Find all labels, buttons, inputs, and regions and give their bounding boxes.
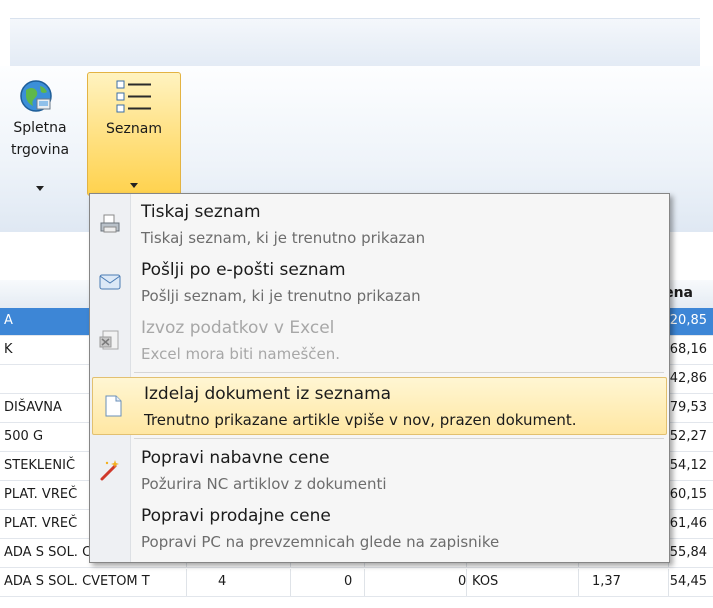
column-divider xyxy=(290,569,291,596)
menu-item-title: Popravi nabavne cene xyxy=(141,448,330,468)
column-divider xyxy=(578,569,579,596)
menu-item-fix-purchase-prices[interactable]: Popravi nabavne cene Požurira NC artiklo… xyxy=(90,442,669,498)
menu-item-email-list[interactable]: Pošlji po e-pošti seznam Pošlji seznam, … xyxy=(90,254,669,310)
web-shop-label-line2: trgovina xyxy=(10,142,70,158)
table-row[interactable]: ADA S SOL. CVETOM T 4 0 0 KOS 1,37 54,45 xyxy=(0,569,713,597)
table-cell-price: 61,46 xyxy=(669,516,707,531)
menu-item-title: Popravi prodajne cene xyxy=(141,506,331,526)
table-cell-price: 60,15 xyxy=(669,487,707,502)
menu-item-title: Izvoz podatkov v Excel xyxy=(141,318,335,338)
table-cell-q1: 4 xyxy=(218,574,227,589)
table-cell-name: DIŠAVNA xyxy=(4,400,62,415)
table-cell-name: PLAT. VREČ xyxy=(4,487,78,502)
column-divider xyxy=(186,569,187,596)
table-cell-p1: 1,37 xyxy=(592,574,621,589)
table-cell-price: 54,45 xyxy=(669,574,707,589)
envelope-icon xyxy=(99,274,121,290)
table-cell-price: 55,84 xyxy=(669,545,707,560)
menu-item-description: Excel mora biti nameščen. xyxy=(141,345,341,363)
table-cell-name: 500 G xyxy=(4,429,44,444)
document-icon xyxy=(105,395,122,417)
title-strip xyxy=(10,18,700,67)
table-cell-price: 79,53 xyxy=(669,400,707,415)
menu-separator xyxy=(134,372,664,373)
menu-item-title: Pošlji po e-pošti seznam xyxy=(141,260,346,280)
menu-item-description: Popravi PC na prevzemnicah glede na zapi… xyxy=(141,533,500,551)
printer-icon xyxy=(100,214,120,233)
table-cell-name: PLAT. VREČ xyxy=(4,516,78,531)
list-button-label: Seznam xyxy=(106,121,162,137)
excel-icon xyxy=(99,330,119,350)
menu-item-description: Požurira NC artiklov z dokumenti xyxy=(141,475,387,493)
menu-separator xyxy=(134,438,664,439)
list-dropdown-menu: Tiskaj seznam Tiskaj seznam, ki je trenu… xyxy=(89,193,670,563)
menu-item-export-excel: Izvoz podatkov v Excel Excel mora biti n… xyxy=(90,312,669,368)
menu-item-print-list[interactable]: Tiskaj seznam Tiskaj seznam, ki je trenu… xyxy=(90,196,669,252)
table-cell-price: 68,16 xyxy=(669,342,707,357)
menu-item-description: Trenutno prikazane artikle vpiše v nov, … xyxy=(144,411,577,429)
table-cell-q2: 0 xyxy=(344,574,353,589)
chevron-down-icon xyxy=(36,186,44,191)
table-cell-price: 42,86 xyxy=(669,371,707,386)
table-cell-name: ADA S SOL. CVETOM T xyxy=(4,574,150,589)
table-cell-name: K xyxy=(4,342,13,357)
menu-item-title: Izdelaj dokument iz seznama xyxy=(144,384,392,404)
table-cell-price: 20,85 xyxy=(669,313,707,328)
column-divider xyxy=(668,569,669,596)
table-cell-name: A xyxy=(4,313,13,328)
menu-item-description: Pošlji seznam, ki je trenutno prikazan xyxy=(141,287,421,305)
web-shop-label-line1: Spletna xyxy=(13,120,67,136)
chevron-down-icon xyxy=(130,183,138,188)
list-button[interactable]: Seznam xyxy=(87,72,181,196)
table-cell-price: 52,27 xyxy=(669,429,707,444)
globe-icon xyxy=(20,80,52,112)
list-icon xyxy=(116,80,151,113)
column-divider xyxy=(364,569,365,596)
menu-item-description: Tiskaj seznam, ki je trenutno prikazan xyxy=(141,229,426,247)
table-cell-name: STEKLENIČ xyxy=(4,458,76,473)
column-divider xyxy=(466,569,467,596)
menu-item-fix-sales-prices[interactable]: Popravi prodajne cene Popravi PC na prev… xyxy=(90,500,669,556)
menu-item-create-document[interactable]: Izdelaj dokument iz seznama Trenutno pri… xyxy=(92,377,667,435)
magic-wand-icon xyxy=(100,460,119,481)
menu-item-title: Tiskaj seznam xyxy=(141,202,261,222)
table-cell-unit: KOS xyxy=(472,574,499,589)
table-cell-price: 54,12 xyxy=(669,458,707,473)
web-shop-button[interactable]: Spletna trgovina xyxy=(0,72,80,194)
